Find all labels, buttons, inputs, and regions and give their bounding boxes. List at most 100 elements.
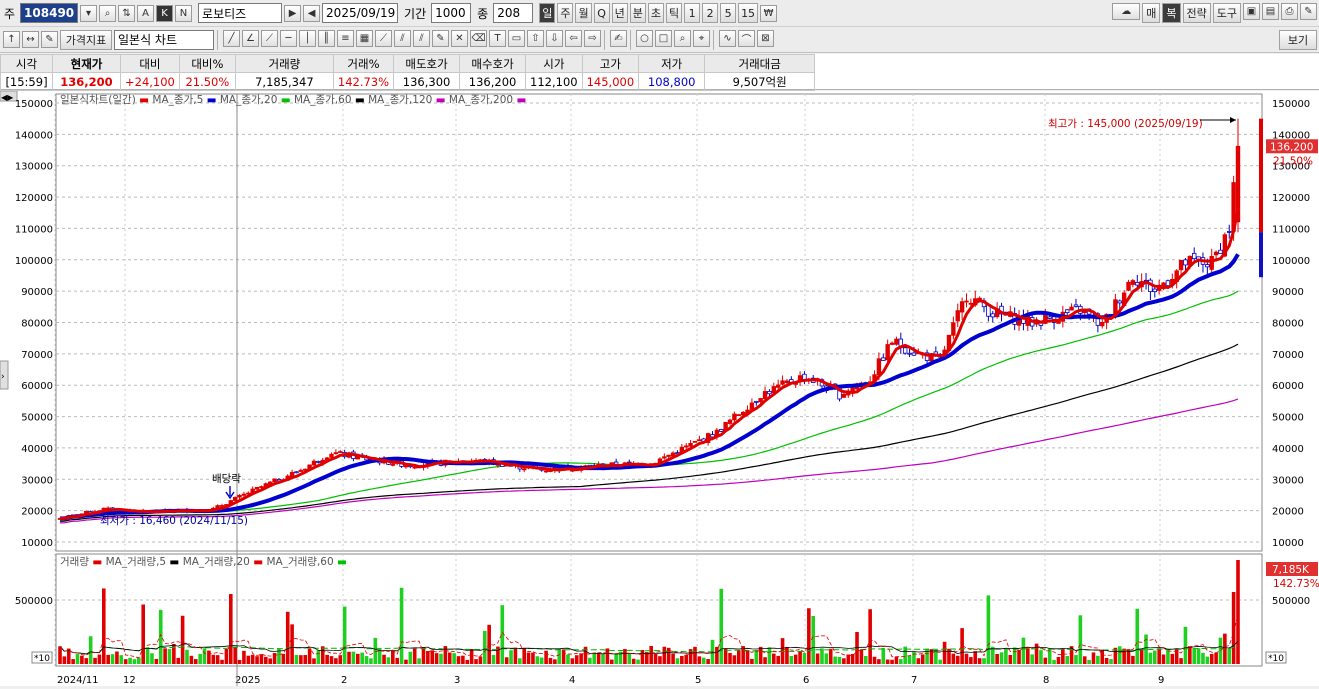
channel-tool-icon[interactable]: ⫽ (413, 29, 430, 47)
timeframe-button[interactable]: 년 (611, 3, 628, 23)
text-tool-icon[interactable]: T (489, 29, 506, 47)
period-line-tool-icon[interactable]: ║ (318, 29, 335, 47)
code-dropdown-icon[interactable]: ▾ (80, 4, 98, 22)
right-arrow-tool-icon[interactable]: ⇨ (584, 29, 601, 47)
edit-icon[interactable]: ✎ (41, 31, 58, 48)
down-arrow-tool-icon[interactable]: ⇩ (546, 29, 563, 47)
horizontal-line-tool-icon[interactable]: ─ (280, 29, 297, 47)
eraser-tool-icon[interactable]: ⌫ (470, 29, 487, 47)
font-a-icon[interactable]: A (137, 4, 155, 22)
folder-icon[interactable]: ▣ (1243, 3, 1260, 20)
volume-bar (811, 616, 816, 664)
volume-bar (544, 650, 548, 664)
search-icon[interactable]: ⌕ (99, 4, 117, 22)
strategy-button[interactable]: 전략 (1182, 3, 1211, 23)
left-arrow-tool-icon[interactable]: ⇦ (565, 29, 582, 47)
volume-bar (163, 648, 167, 664)
note-tool-icon[interactable]: ✍ (610, 29, 627, 47)
volume-bar (697, 656, 702, 664)
candle-body (1213, 251, 1219, 256)
vertical-line-tool-icon[interactable]: │ (299, 29, 316, 47)
timeframe-button[interactable]: 분 (629, 3, 646, 23)
n-button[interactable]: N (175, 4, 193, 22)
grid-tool-icon[interactable]: ▦ (356, 29, 373, 47)
up-arrow-icon[interactable]: ↑ (3, 31, 20, 48)
timeframe-button[interactable]: Q (593, 3, 610, 23)
prev-arrow-icon[interactable]: ◀ (303, 4, 321, 22)
timeframe-button[interactable]: 일 (539, 3, 556, 23)
volume-bar (237, 659, 242, 664)
stock-code-input[interactable]: 108490 (20, 3, 79, 23)
expand-icon[interactable]: ↔ (22, 31, 39, 48)
k-button[interactable]: K (156, 4, 174, 22)
volume-bar (211, 654, 216, 664)
cross-tool-icon[interactable]: ✕ (451, 29, 468, 47)
arc-tool-icon[interactable]: ⌒ (738, 29, 755, 47)
volume-bar (693, 646, 697, 664)
timeframe-button[interactable]: 15 (738, 3, 759, 23)
parallel-tool-icon[interactable]: ⫽ (394, 29, 411, 47)
timeframe-button[interactable]: 1 (684, 3, 701, 23)
currency-icon[interactable]: ₩ (760, 4, 778, 22)
print-icon[interactable]: ⎙ (1281, 3, 1298, 20)
next-arrow-icon[interactable]: ▶ (284, 4, 302, 22)
wave-tool-icon[interactable]: ∿ (719, 29, 736, 47)
price-tick-right: 80000 (1272, 319, 1304, 330)
timeframe-button[interactable]: 2 (702, 3, 719, 23)
target-tool-icon[interactable]: ⌖ (693, 29, 710, 47)
chart-type-select[interactable]: 일본식 차트 (114, 29, 214, 50)
volume-bar (255, 656, 259, 664)
timeframe-button[interactable]: 월 (575, 3, 592, 23)
volume-bar (982, 658, 986, 664)
angle-line-tool-icon[interactable]: ∠ (242, 29, 259, 47)
volume-bar (1117, 646, 1122, 664)
last-change-tag: 21.50% (1273, 155, 1313, 167)
volume-bar (360, 652, 364, 664)
stock-name-field[interactable]: 로보티즈 (198, 3, 283, 23)
volume-bar (846, 654, 851, 664)
volume-bar (395, 657, 399, 664)
dividend-label: 배당락 (212, 473, 241, 485)
candle-body (294, 471, 299, 474)
price-indicator-button[interactable]: 가격지표 (60, 29, 112, 50)
cloud-icon[interactable]: ☁ (1112, 3, 1141, 20)
x-axis-label: 7 (911, 675, 917, 686)
circle-tool-icon[interactable]: ○ (636, 29, 653, 47)
line-tool-icon[interactable]: ╱ (223, 29, 240, 47)
chart-area[interactable]: › ◀▶ 150000 150000 140000 140000 130000 130000 1… (0, 90, 1319, 686)
fan-tool-icon[interactable]: ⟋ (261, 29, 278, 47)
legend-item: MA_종가,200 (449, 94, 517, 106)
trend-tool-icon[interactable]: ⟋ (375, 29, 392, 47)
rectangle-tool-icon[interactable]: □ (655, 29, 672, 47)
candle-body (1152, 288, 1157, 292)
count-input[interactable]: 208 (493, 3, 534, 23)
timeframe-button[interactable]: 5 (720, 3, 737, 23)
fibonacci-tool-icon[interactable]: ≡ (337, 29, 354, 47)
volume-bar (1157, 648, 1161, 664)
volume-bar (1192, 648, 1197, 664)
tools-button[interactable]: 도구 (1212, 3, 1241, 23)
timeframe-button[interactable]: 초 (647, 3, 664, 23)
volume-bar (1196, 648, 1201, 664)
view-button[interactable]: 보기 (1279, 30, 1317, 50)
buy-sell-button[interactable]: 매 (1142, 3, 1161, 23)
save-icon[interactable]: ▤ (1262, 3, 1279, 20)
date-input[interactable]: 2025/09/19 (322, 3, 399, 23)
delete-tool-icon[interactable]: ⊠ (757, 29, 774, 47)
period-label: 기간 (404, 6, 427, 21)
timeframe-button[interactable]: 주 (557, 3, 574, 23)
volume-bar (1074, 655, 1078, 664)
quote-value: 108,800 (638, 72, 706, 91)
pencil-tool-icon[interactable]: ✎ (432, 29, 449, 47)
box-tool-icon[interactable]: ▭ (508, 29, 525, 47)
up-arrow-tool-icon[interactable]: ⇧ (527, 29, 544, 47)
timeframe-button[interactable]: 틱 (665, 3, 683, 23)
volume-bar (675, 658, 680, 664)
price-chart[interactable]: ›◀▶150000 150000140000 140000130000 1300001… (0, 90, 1319, 686)
magnify-tool-icon[interactable]: ⌕ (674, 29, 691, 47)
duplicate-button[interactable]: 복 (1162, 3, 1181, 23)
settings-icon[interactable]: ✎ (1300, 3, 1317, 20)
period-input[interactable]: 1000 (431, 3, 472, 23)
candle-body (1209, 256, 1214, 270)
sort-icon[interactable]: ⇅ (118, 4, 136, 22)
